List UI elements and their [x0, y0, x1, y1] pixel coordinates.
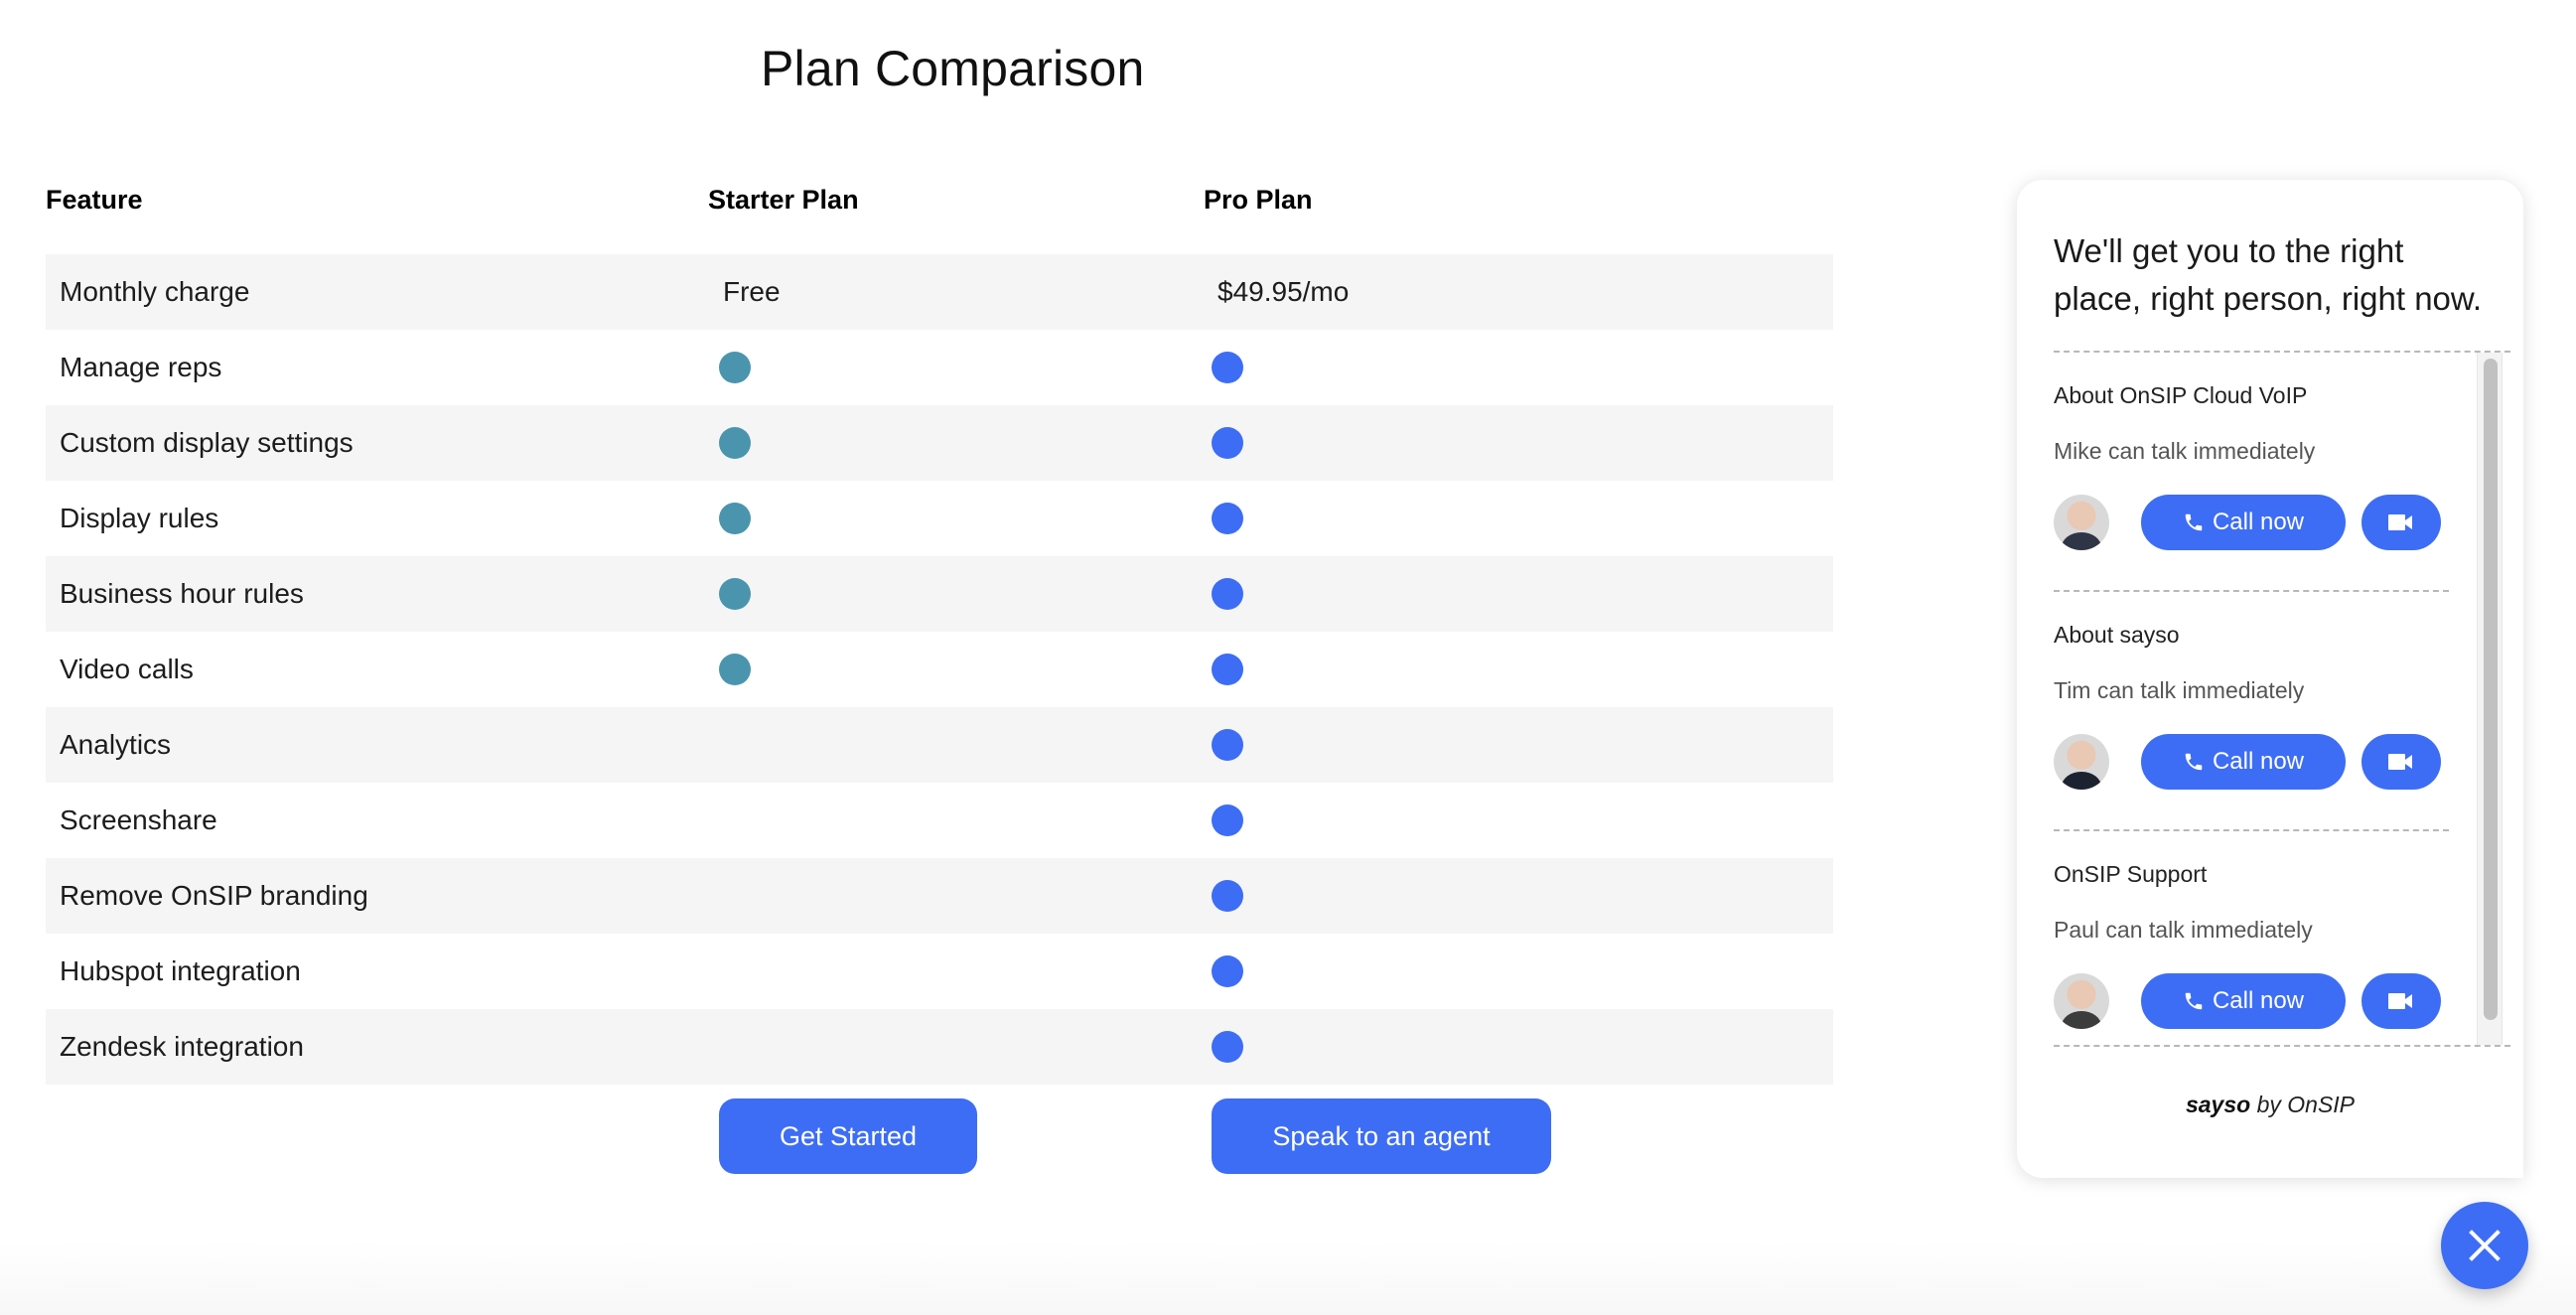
video-camera-icon: [2388, 992, 2414, 1010]
video-call-button[interactable]: [2361, 973, 2441, 1029]
pro-included-dot-icon: [1212, 1031, 1243, 1063]
video-camera-icon: [2388, 753, 2414, 771]
starter-included-dot-icon: [719, 578, 751, 610]
pro-included-dot-icon: [1212, 804, 1243, 836]
widget-headline: We'll get you to the right place, right …: [2054, 232, 2483, 317]
phone-icon: [2183, 990, 2205, 1012]
feature-label: Manage reps: [60, 352, 222, 382]
feature-label: Video calls: [60, 654, 194, 684]
agent-sections: About OnSIP Cloud VoIP Mike can talk imme…: [2054, 353, 2451, 1046]
agent-section: About sayso Tim can talk immediately Call …: [2054, 592, 2449, 831]
feature-label: Hubspot integration: [60, 955, 301, 986]
pro-included-dot-icon: [1212, 503, 1243, 534]
call-now-label: Call now: [2212, 987, 2305, 1014]
feature-label: Monthly charge: [60, 276, 250, 307]
call-now-button[interactable]: Call now: [2141, 973, 2346, 1029]
feature-label: Remove OnSIP branding: [60, 880, 368, 911]
agent-status: Mike can talk immediately: [2054, 438, 2316, 464]
feature-label: Zendesk integration: [60, 1031, 304, 1062]
video-call-button[interactable]: [2361, 495, 2441, 550]
agent-avatar: [2054, 734, 2109, 790]
call-now-label: Call now: [2212, 748, 2305, 775]
table-row: Screenshare: [46, 783, 1833, 858]
section-title: OnSIP Support: [2054, 861, 2208, 887]
sayso-chat-widget: We'll get you to the right place, right …: [2017, 180, 2523, 1178]
video-camera-icon: [2388, 513, 2414, 531]
agent-section: OnSIP Support Paul can talk immediately Ca…: [2054, 831, 2449, 1046]
pro-included-dot-icon: [1212, 880, 1243, 912]
column-header-pro-plan: Pro Plan: [1204, 185, 1313, 215]
table-row: Hubspot integration: [46, 934, 1833, 1009]
call-now-button[interactable]: Call now: [2141, 495, 2346, 550]
scrollbar[interactable]: [2477, 353, 2503, 1045]
starter-included-dot-icon: [719, 427, 751, 459]
page-title: Plan Comparison: [761, 41, 1145, 96]
agent-status: Tim can talk immediately: [2054, 677, 2305, 703]
pro-included-dot-icon: [1212, 654, 1243, 685]
agent-list[interactable]: About OnSIP Cloud VoIP Mike can talk imme…: [2054, 351, 2510, 1046]
table-row: Remove OnSIP branding: [46, 858, 1833, 934]
get-started-button[interactable]: Get Started: [719, 1098, 977, 1174]
section-title: About sayso: [2054, 622, 2180, 648]
column-header-feature: Feature: [46, 185, 143, 215]
column-header-starter-plan: Starter Plan: [708, 185, 859, 215]
widget-footer: sayso by OnSIP: [2017, 1092, 2523, 1118]
feature-label: Display rules: [60, 503, 219, 533]
agent-avatar: [2054, 973, 2109, 1029]
phone-icon: [2183, 751, 2205, 773]
table-row: Business hour rules: [46, 556, 1833, 632]
close-icon: [2469, 1230, 2501, 1261]
divider: [2054, 1045, 2510, 1047]
pro-included-dot-icon: [1212, 352, 1243, 383]
pro-included-dot-icon: [1212, 955, 1243, 987]
starter-price: Free: [723, 276, 781, 307]
feature-label: Custom display settings: [60, 427, 354, 458]
feature-label: Analytics: [60, 729, 172, 760]
starter-included-dot-icon: [719, 352, 751, 383]
agent-section: About OnSIP Cloud VoIP Mike can talk imme…: [2054, 353, 2449, 592]
table-row: Zendesk integration: [46, 1009, 1833, 1085]
feature-label: Screenshare: [60, 804, 217, 835]
table-row: Manage reps: [46, 330, 1833, 405]
plan-comparison-table: Monthly charge Free $49.95/mo Manage rep…: [46, 254, 1833, 1085]
pro-included-dot-icon: [1212, 578, 1243, 610]
call-now-label: Call now: [2212, 509, 2305, 535]
speak-to-agent-button[interactable]: Speak to an agent: [1212, 1098, 1551, 1174]
table-row: Video calls: [46, 632, 1833, 707]
pro-included-dot-icon: [1212, 427, 1243, 459]
agent-avatar: [2054, 495, 2109, 550]
footer-suffix: by OnSIP: [2250, 1092, 2356, 1117]
call-now-button[interactable]: Call now: [2141, 734, 2346, 790]
table-row: Custom display settings: [46, 405, 1833, 481]
table-row-monthly-charge: Monthly charge Free $49.95/mo: [46, 254, 1833, 330]
feature-label: Business hour rules: [60, 578, 304, 609]
table-row: Display rules: [46, 481, 1833, 556]
starter-included-dot-icon: [719, 654, 751, 685]
table-row: Analytics: [46, 707, 1833, 783]
phone-icon: [2183, 511, 2205, 533]
footer-brand: sayso: [2185, 1092, 2251, 1117]
video-call-button[interactable]: [2361, 734, 2441, 790]
starter-included-dot-icon: [719, 503, 751, 534]
feature-rows: Manage reps Custom display settings Displa…: [46, 330, 1833, 1085]
close-widget-button[interactable]: [2441, 1202, 2528, 1289]
section-title: About OnSIP Cloud VoIP: [2054, 382, 2308, 408]
agent-status: Paul can talk immediately: [2054, 917, 2313, 943]
scrollbar-thumb[interactable]: [2484, 359, 2498, 1020]
pro-included-dot-icon: [1212, 729, 1243, 761]
pro-price: $49.95/mo: [1217, 276, 1350, 307]
